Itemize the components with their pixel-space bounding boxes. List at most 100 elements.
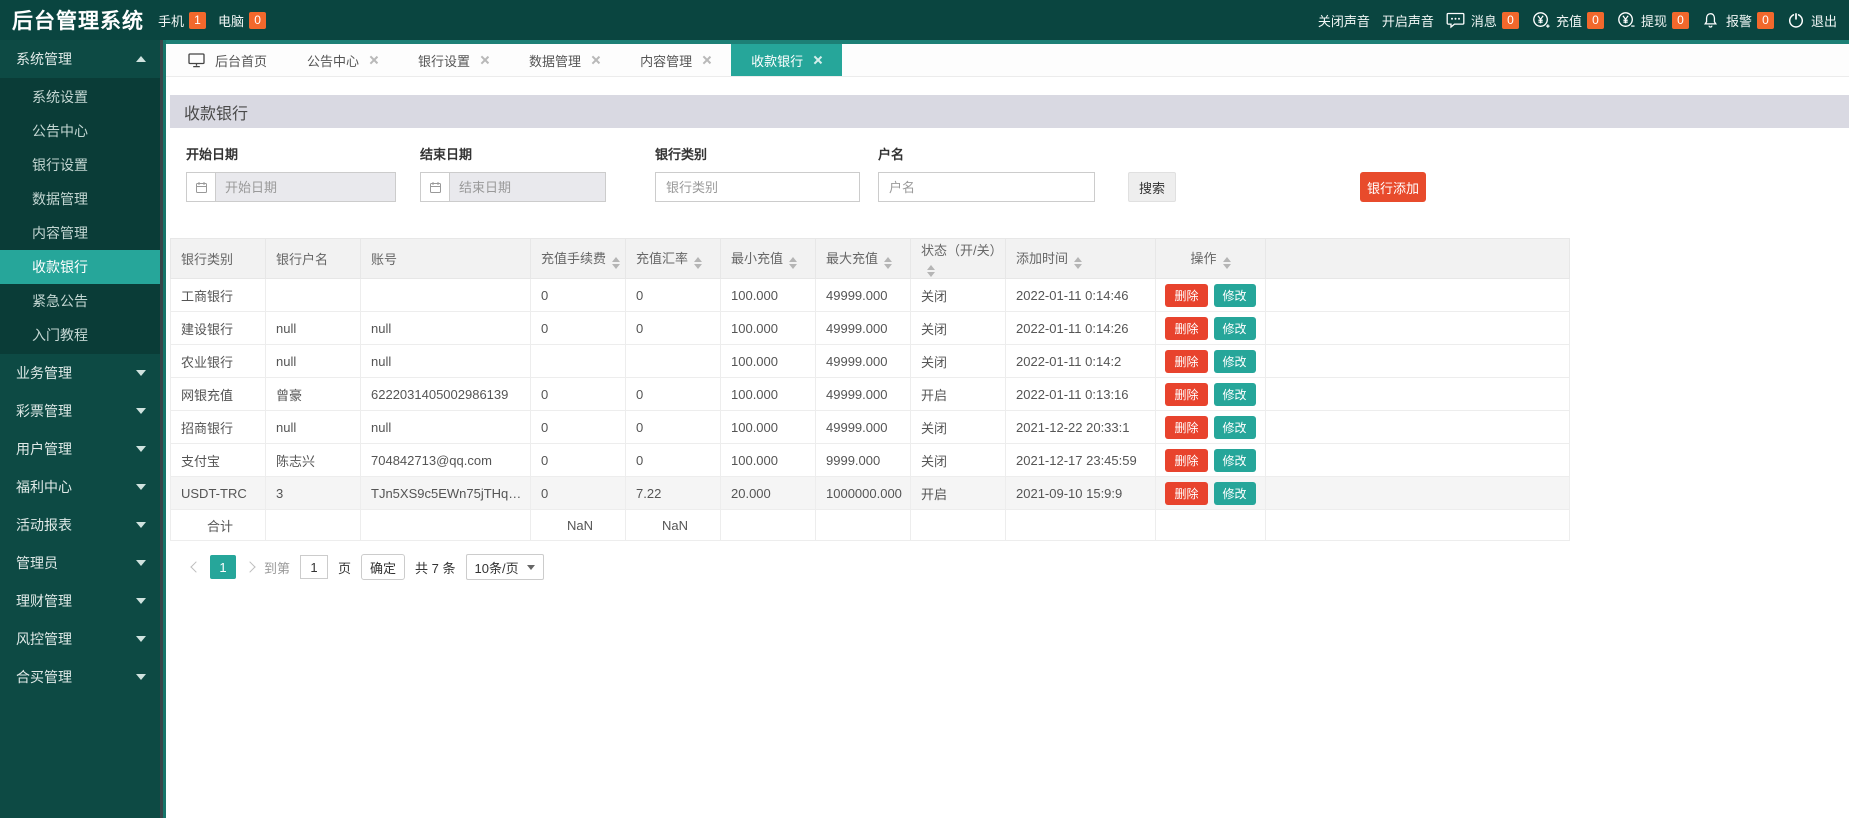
close-icon[interactable]: [590, 55, 600, 65]
cell-account-number: 6222031405002986139: [361, 378, 531, 411]
sort-icon[interactable]: [884, 257, 892, 269]
logout-button[interactable]: 退出: [1786, 11, 1837, 30]
sidebar-item-beginner-tutorial[interactable]: 入门教程: [0, 318, 160, 352]
close-icon[interactable]: [701, 55, 711, 65]
cell-account-name: null: [266, 312, 361, 345]
tab-data-management[interactable]: 数据管理: [509, 44, 620, 76]
message-label: 消息: [1471, 11, 1497, 30]
withdraw-button[interactable]: 提现 0: [1616, 11, 1689, 30]
col-recharge-fee[interactable]: 充值手续费: [531, 239, 626, 279]
sidebar-section-users[interactable]: 用户管理: [0, 430, 160, 468]
modify-button[interactable]: 修改: [1214, 383, 1256, 406]
pc-online-indicator[interactable]: 电脑 0: [218, 11, 266, 30]
search-button[interactable]: 搜索: [1128, 172, 1176, 202]
sidebar-item-emergency-notice[interactable]: 紧急公告: [0, 284, 160, 318]
sort-icon[interactable]: [612, 257, 620, 269]
sound-off-button[interactable]: 关闭声音: [1318, 11, 1370, 30]
col-status[interactable]: 状态（开/关）: [911, 239, 1006, 279]
cell-rate: 7.22: [626, 477, 721, 510]
close-icon[interactable]: [368, 55, 378, 65]
goto-prefix-label: 到第: [264, 558, 290, 577]
delete-button[interactable]: 删除: [1165, 317, 1207, 340]
delete-button[interactable]: 删除: [1165, 284, 1207, 307]
sidebar-item-bank-settings[interactable]: 银行设置: [0, 148, 160, 182]
sidebar-item-receiving-bank[interactable]: 收款银行: [0, 250, 160, 284]
recharge-button[interactable]: 充值 0: [1531, 11, 1604, 30]
modify-button[interactable]: 修改: [1214, 482, 1256, 505]
cell-filler: [1266, 378, 1570, 411]
tab-receiving-bank[interactable]: 收款银行: [731, 44, 842, 76]
sidebar-item-announcement-center[interactable]: 公告中心: [0, 114, 160, 148]
tab-bank-settings[interactable]: 银行设置: [398, 44, 509, 76]
close-icon[interactable]: [479, 55, 489, 65]
sidebar-item-content-management[interactable]: 内容管理: [0, 216, 160, 250]
monitor-icon: [186, 51, 206, 69]
modify-button[interactable]: 修改: [1214, 284, 1256, 307]
tab-content-management[interactable]: 内容管理: [620, 44, 731, 76]
sidebar-section-finance[interactable]: 理财管理: [0, 582, 160, 620]
account-name-input[interactable]: [878, 172, 1095, 202]
sidebar-section-business[interactable]: 业务管理: [0, 354, 160, 392]
tab-announcement-center[interactable]: 公告中心: [287, 44, 398, 76]
sidebar-section-activity-report[interactable]: 活动报表: [0, 506, 160, 544]
sound-on-button[interactable]: 开启声音: [1382, 11, 1434, 30]
modify-button[interactable]: 修改: [1214, 449, 1256, 472]
sort-icon[interactable]: [694, 257, 702, 269]
sort-icon[interactable]: [1074, 257, 1082, 269]
sort-icon[interactable]: [789, 257, 797, 269]
delete-button[interactable]: 删除: [1165, 416, 1207, 439]
delete-button[interactable]: 删除: [1165, 383, 1207, 406]
cell-status: 开启: [911, 477, 1006, 510]
goto-confirm-button[interactable]: 确定: [361, 554, 405, 580]
delete-button[interactable]: 删除: [1165, 449, 1207, 472]
close-icon[interactable]: [812, 55, 822, 65]
tab-home[interactable]: 后台首页: [166, 44, 287, 76]
modify-button[interactable]: 修改: [1214, 350, 1256, 373]
sort-icon[interactable]: [1223, 257, 1231, 269]
delete-button[interactable]: 删除: [1165, 350, 1207, 373]
end-date-input[interactable]: [450, 173, 605, 201]
col-actions[interactable]: 操作: [1156, 239, 1266, 279]
sidebar-section-group-buy[interactable]: 合买管理: [0, 658, 160, 696]
chevron-down-icon: [527, 565, 535, 570]
col-account-name: 银行户名: [266, 239, 361, 279]
cell-added-time: 2021-12-17 23:45:59: [1006, 444, 1156, 477]
col-recharge-rate[interactable]: 充值汇率: [626, 239, 721, 279]
alarm-button[interactable]: 报警 0: [1701, 11, 1774, 30]
col-max-recharge[interactable]: 最大充值: [816, 239, 911, 279]
sidebar-section-welfare[interactable]: 福利中心: [0, 468, 160, 506]
sidebar-section-system[interactable]: 系统管理: [0, 40, 160, 78]
start-date-input[interactable]: [216, 173, 395, 201]
messages-button[interactable]: 消息 0: [1446, 11, 1519, 30]
sidebar-section-risk-control[interactable]: 风控管理: [0, 620, 160, 658]
sidebar-item-label: 数据管理: [32, 189, 88, 209]
col-added-time[interactable]: 添加时间: [1006, 239, 1156, 279]
delete-button[interactable]: 删除: [1165, 482, 1207, 505]
goto-page-input[interactable]: [300, 555, 328, 579]
calendar-icon[interactable]: [187, 173, 216, 201]
phone-online-indicator[interactable]: 手机 1: [158, 11, 206, 30]
sidebar-section-admin[interactable]: 管理员: [0, 544, 160, 582]
end-date-field: [420, 172, 606, 202]
cell-min: 100.000: [721, 444, 816, 477]
sidebar-section-lottery[interactable]: 彩票管理: [0, 392, 160, 430]
cell-filler: [1266, 411, 1570, 444]
recharge-count-badge: 0: [1587, 12, 1604, 29]
sidebar-item-data-management[interactable]: 数据管理: [0, 182, 160, 216]
filter-toolbar: 开始日期 结束日期 银行类别 户名 搜索: [170, 144, 1849, 202]
col-min-recharge[interactable]: 最小充值: [721, 239, 816, 279]
next-page-icon[interactable]: [244, 561, 255, 572]
page-size-select[interactable]: 10条/页: [466, 554, 544, 580]
sort-icon[interactable]: [927, 265, 935, 277]
bank-type-input[interactable]: [655, 172, 860, 202]
start-date-label: 开始日期: [186, 144, 396, 163]
current-page-button[interactable]: 1: [210, 555, 236, 579]
modify-button[interactable]: 修改: [1214, 317, 1256, 340]
calendar-icon[interactable]: [421, 173, 450, 201]
modify-button[interactable]: 修改: [1214, 416, 1256, 439]
banks-table: 银行类别 银行户名 账号 充值手续费 充值汇率 最小充值 最大充值 状态（开/关…: [170, 238, 1570, 541]
prev-page-icon[interactable]: [190, 561, 201, 572]
total-count-label: 共 7 条: [415, 558, 455, 577]
add-bank-button[interactable]: 银行添加: [1360, 172, 1426, 202]
sidebar-item-system-settings[interactable]: 系统设置: [0, 80, 160, 114]
